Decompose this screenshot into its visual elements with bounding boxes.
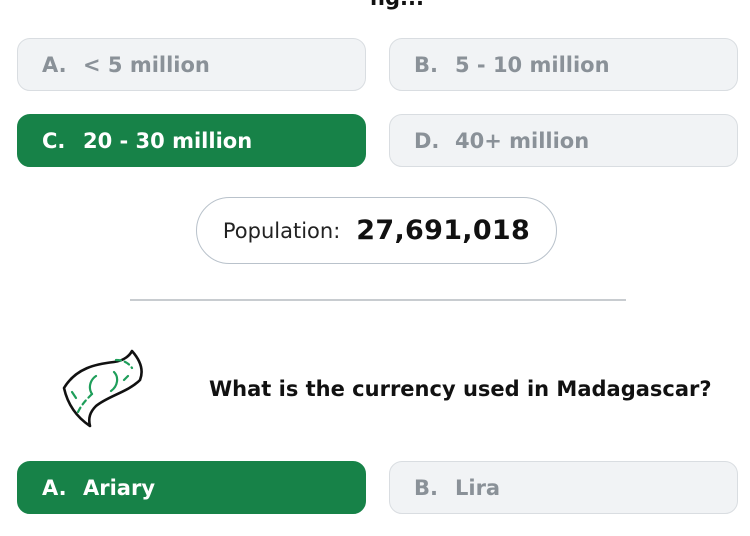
option-letter: A. [42, 52, 67, 77]
option-text: < 5 million [83, 52, 210, 77]
population-result-badge: Population: 27,691,018 [196, 197, 557, 264]
answer-option-a[interactable]: A. < 5 million [17, 38, 366, 91]
population-value: 27,691,018 [356, 215, 531, 246]
previous-question-text: ng... [370, 0, 424, 10]
answer-option-b[interactable]: B. 5 - 10 million [389, 38, 738, 91]
money-bill-icon [56, 346, 146, 436]
option-letter: D. [414, 128, 440, 153]
option-text: 20 - 30 million [83, 128, 253, 153]
option-text: 5 - 10 million [455, 52, 610, 77]
option-text: Ariary [83, 475, 156, 500]
question-text: What is the currency used in Madagascar? [209, 377, 712, 401]
section-divider [130, 299, 626, 301]
answer-option-b[interactable]: B. Lira [389, 461, 738, 514]
option-letter: B. [414, 475, 438, 500]
option-text: Lira [455, 475, 501, 500]
option-text: 40+ million [455, 128, 590, 153]
answer-option-a[interactable]: A. Ariary [17, 461, 366, 514]
population-label: Population: [222, 218, 341, 243]
answer-option-d[interactable]: D. 40+ million [389, 114, 738, 167]
option-letter: A. [42, 475, 67, 500]
option-letter: C. [42, 128, 66, 153]
option-letter: B. [414, 52, 438, 77]
answer-option-c[interactable]: C. 20 - 30 million [17, 114, 366, 167]
